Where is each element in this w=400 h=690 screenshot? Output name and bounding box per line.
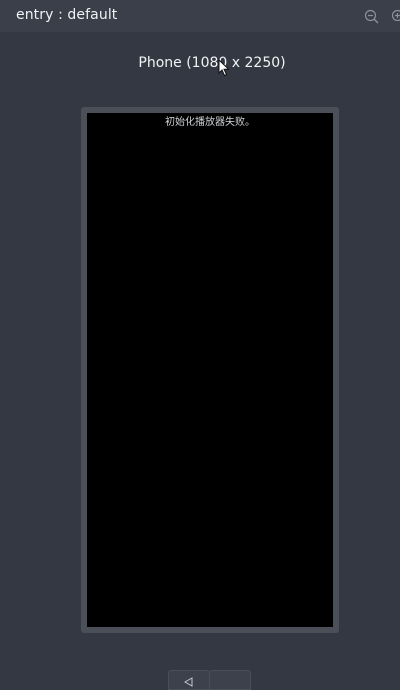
zoom-in-icon[interactable] <box>391 9 400 24</box>
back-triangle-icon <box>184 677 194 687</box>
window-title: entry : default <box>16 7 117 23</box>
device-label: Phone (1080 x 2250) <box>0 55 400 71</box>
mouse-cursor-icon <box>218 59 230 77</box>
home-button[interactable] <box>209 670 251 690</box>
zoom-out-icon[interactable] <box>364 9 379 24</box>
back-button[interactable] <box>168 670 210 690</box>
phone-screen[interactable]: 初始化播放器失败。 <box>87 113 333 627</box>
player-error-message: 初始化播放器失败。 <box>87 113 333 128</box>
top-toolbar: entry : default <box>0 0 400 32</box>
